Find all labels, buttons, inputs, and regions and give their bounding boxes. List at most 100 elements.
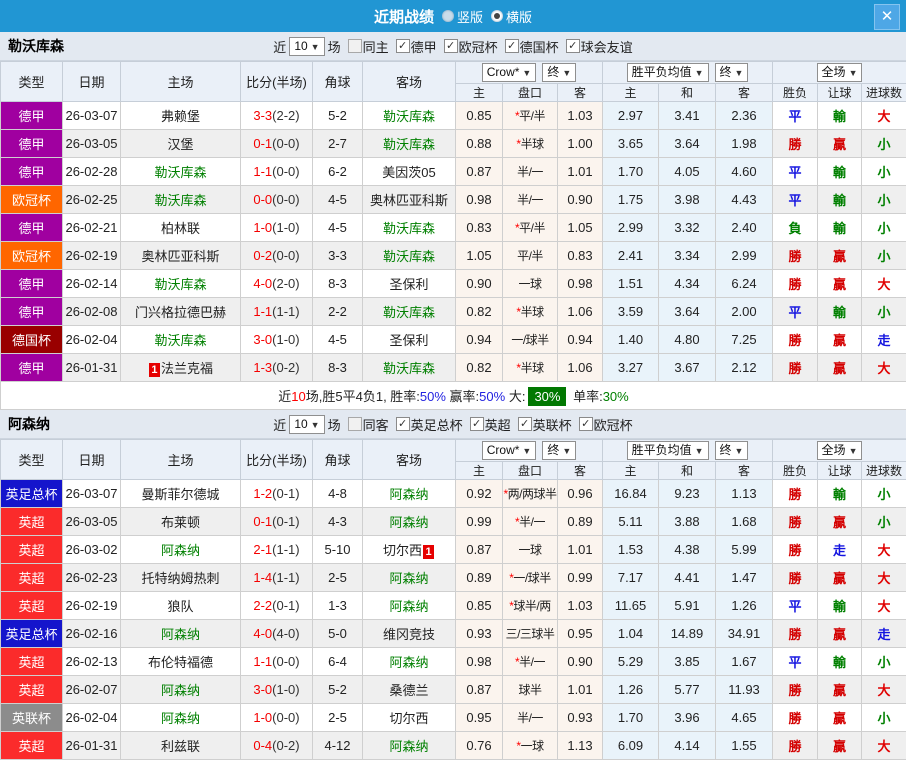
away-team: 阿森纳 xyxy=(363,592,456,620)
final-odds-select[interactable]: 终▼ xyxy=(715,63,749,82)
handicap-result-mark: 贏 xyxy=(818,704,862,732)
home-team: 布伦特福德 xyxy=(121,648,241,676)
handicap-result-mark: 贏 xyxy=(818,676,862,704)
odds-lose: 1.13 xyxy=(716,480,773,508)
handicap-odds-away: 0.99 xyxy=(558,564,603,592)
league-badge: 英超 xyxy=(1,592,63,620)
handicap-odds-home: 0.93 xyxy=(456,620,503,648)
horizontal-radio-label: 横版 xyxy=(506,7,532,26)
corner-score: 6-2 xyxy=(313,158,363,186)
corner-score: 4-5 xyxy=(313,186,363,214)
handicap-line: 球半 xyxy=(503,676,558,704)
team-text: 布莱顿 xyxy=(161,515,200,530)
odds-win: 2.97 xyxy=(603,102,659,130)
chevron-down-icon: ▼ xyxy=(522,446,531,456)
close-icon[interactable]: ✕ xyxy=(874,4,900,30)
team-text: 勒沃库森 xyxy=(383,249,435,264)
team-text: 狼队 xyxy=(167,599,193,614)
avg-odds-select[interactable]: 胜平负均值▼ xyxy=(627,441,709,460)
league-checkbox[interactable]: ✓ xyxy=(396,39,410,53)
corner-score: 1-3 xyxy=(313,592,363,620)
result-mark: 平 xyxy=(773,158,818,186)
europe-odds-group-header: 胜平负均值▼ 终▼ xyxy=(603,440,773,462)
league-badge: 英足总杯 xyxy=(1,620,63,648)
odds-win: 1.53 xyxy=(603,536,659,564)
result-mark: 勝 xyxy=(773,270,818,298)
handicap-line: *球半/两 xyxy=(503,592,558,620)
sub-column-header: 客 xyxy=(716,84,773,102)
league-badge: 德甲 xyxy=(1,130,63,158)
final-odds-select[interactable]: 终▼ xyxy=(542,441,576,460)
match-count-select[interactable]: 10▼ xyxy=(289,37,324,56)
match-date: 26-01-31 xyxy=(63,354,121,382)
filter-bar: 近 10▼ 场 同主 ✓德甲✓欧冠杯✓德国杯✓球会友谊 xyxy=(0,32,906,60)
asterisk-icon: * xyxy=(503,487,507,501)
column-header: 类型 xyxy=(1,62,63,102)
final-odds-select[interactable]: 终▼ xyxy=(715,441,749,460)
handicap-line: *两/两球半 xyxy=(503,480,558,508)
odds-lose: 1.26 xyxy=(716,592,773,620)
matches-table: 类型日期主场比分(半场)角球客场 Crow*▼终▼ 胜平负均值▼终▼ 全场▼ 主… xyxy=(0,439,906,760)
league-checkbox[interactable]: ✓ xyxy=(396,417,410,431)
handicap-odds-home: 0.92 xyxy=(456,480,503,508)
home-team: 布莱顿 xyxy=(121,508,241,536)
league-checkbox[interactable]: ✓ xyxy=(444,39,458,53)
sub-column-header: 进球数 xyxy=(862,84,906,102)
result-mark: 平 xyxy=(773,592,818,620)
league-checkbox[interactable]: ✓ xyxy=(505,39,519,53)
scope-select[interactable]: 全场▼ xyxy=(817,441,863,460)
league-checkbox[interactable]: ✓ xyxy=(470,417,484,431)
scope-select[interactable]: 全场▼ xyxy=(817,63,863,82)
goals-result-mark: 走 xyxy=(862,620,906,648)
league-checkbox[interactable]: ✓ xyxy=(566,39,580,53)
same-venue-checkbox[interactable] xyxy=(348,39,362,53)
score: 3-0(1-0) xyxy=(241,676,313,704)
odds-draw: 4.34 xyxy=(659,270,716,298)
column-header: 主场 xyxy=(121,62,241,102)
away-team: 桑德兰 xyxy=(363,676,456,704)
league-checkbox[interactable]: ✓ xyxy=(579,417,593,431)
handicap-result-mark: 贏 xyxy=(818,270,862,298)
horizontal-layout-radio[interactable]: 横版 xyxy=(491,7,532,26)
league-checkbox[interactable]: ✓ xyxy=(518,417,532,431)
away-team: 勒沃库森 xyxy=(363,102,456,130)
final-odds-select[interactable]: 终▼ xyxy=(542,63,576,82)
avg-odds-select[interactable]: 胜平负均值▼ xyxy=(627,63,709,82)
radio-selected-icon[interactable] xyxy=(491,10,503,22)
corner-score: 5-10 xyxy=(313,536,363,564)
away-team: 奥林匹亚科斯 xyxy=(363,186,456,214)
filter-near-label: 近 xyxy=(273,415,286,434)
bookmaker-select[interactable]: Crow*▼ xyxy=(482,63,537,82)
odds-draw: 3.88 xyxy=(659,508,716,536)
bookmaker-select[interactable]: Crow*▼ xyxy=(482,441,537,460)
match-date: 26-02-19 xyxy=(63,242,121,270)
team-sections-container: 勒沃库森 近 10▼ 场 同主 ✓德甲✓欧冠杯✓德国杯✓球会友谊 类型日期主场比… xyxy=(0,32,906,760)
filter-games-label: 场 xyxy=(328,415,341,434)
odds-lose: 34.91 xyxy=(716,620,773,648)
home-team: 狼队 xyxy=(121,592,241,620)
score: 3-0(1-0) xyxy=(241,326,313,354)
handicap-result-mark: 輸 xyxy=(818,186,862,214)
result-mark: 平 xyxy=(773,102,818,130)
table-row: 德甲 26-03-05 汉堡 0-1(0-0) 2-7 勒沃库森 0.88 *半… xyxy=(1,130,906,158)
handicap-line: *半球 xyxy=(503,298,558,326)
away-team: 勒沃库森 xyxy=(363,242,456,270)
handicap-odds-home: 0.88 xyxy=(456,130,503,158)
team-text: 门兴格拉德巴赫 xyxy=(135,305,226,320)
table-row: 英超 26-02-13 布伦特福德 1-1(0-0) 6-4 阿森纳 0.98 … xyxy=(1,648,906,676)
handicap-result-mark: 贏 xyxy=(818,564,862,592)
section-header: 阿森纳 近 10▼ 场 同客 ✓英足总杯✓英超✓英联杯✓欧冠杯 xyxy=(0,410,906,439)
home-team: 弗赖堡 xyxy=(121,102,241,130)
goals-result-mark: 小 xyxy=(862,298,906,326)
match-date: 26-02-04 xyxy=(63,704,121,732)
team-section: 勒沃库森 近 10▼ 场 同主 ✓德甲✓欧冠杯✓德国杯✓球会友谊 类型日期主场比… xyxy=(0,32,906,410)
radio-icon[interactable] xyxy=(442,10,454,22)
vertical-layout-radio[interactable]: 竖版 xyxy=(442,7,483,26)
team-text: 勒沃库森 xyxy=(383,137,435,152)
match-count-select[interactable]: 10▼ xyxy=(289,415,324,434)
league-badge: 英超 xyxy=(1,648,63,676)
home-team: 托特纳姆热刺 xyxy=(121,564,241,592)
away-team: 勒沃库森 xyxy=(363,214,456,242)
same-venue-checkbox[interactable] xyxy=(348,417,362,431)
sub-column-header: 客 xyxy=(558,84,603,102)
